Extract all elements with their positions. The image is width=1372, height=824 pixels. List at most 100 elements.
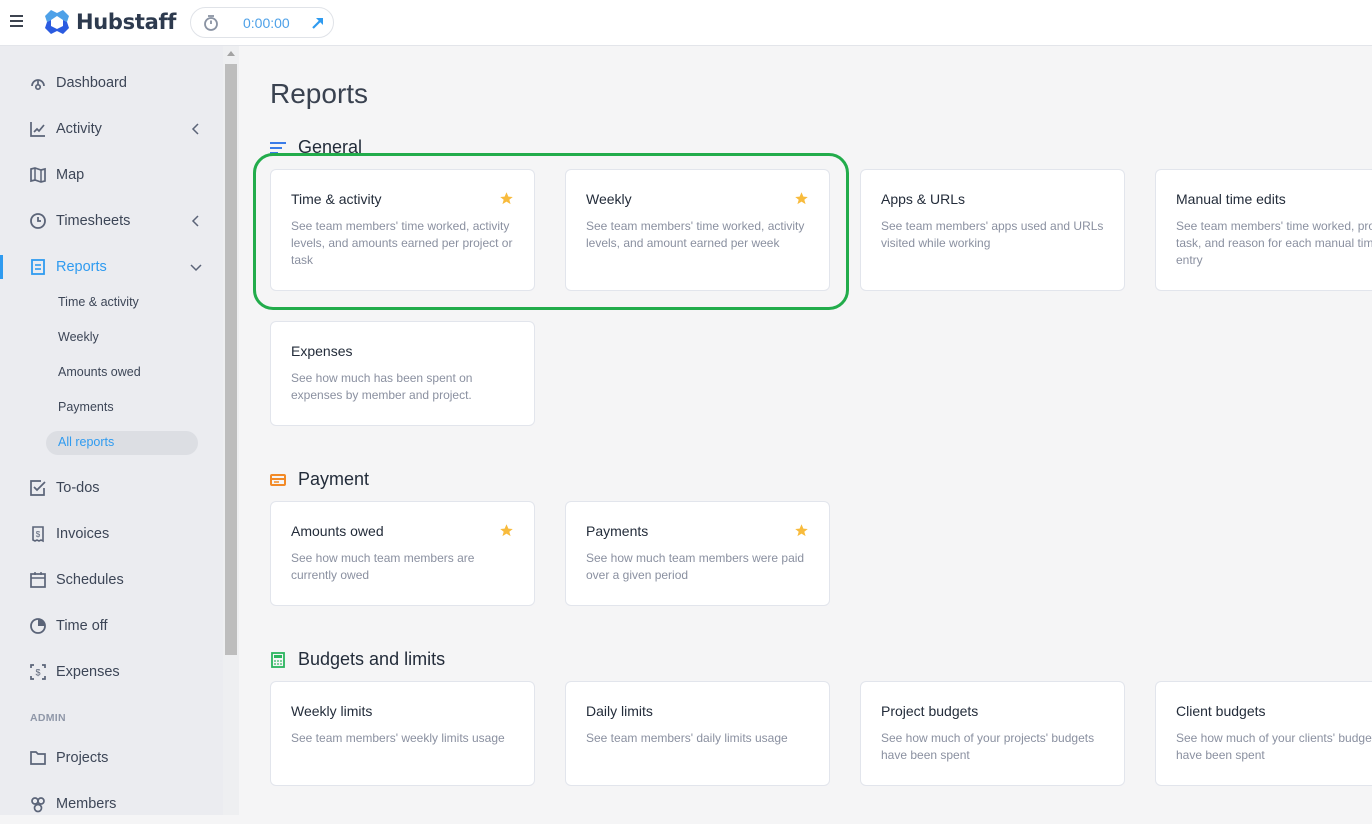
card-title: Weekly limits <box>291 703 373 719</box>
hubstaff-logo-icon <box>45 10 69 34</box>
invoice-icon: $ <box>32 526 44 543</box>
sidebar-subitem-time-activity[interactable]: Time & activity <box>58 295 139 309</box>
report-card-daily-limits[interactable]: Daily limits See team members' daily lim… <box>565 681 830 786</box>
sidebar-item-time-off[interactable]: Time off <box>0 606 223 646</box>
chevron-left-icon <box>191 215 199 227</box>
group-title: General <box>298 137 363 157</box>
folder-icon <box>30 751 46 765</box>
report-card-weekly[interactable]: Weekly See team members' time worked, ac… <box>565 169 830 291</box>
card-description: See how much has been spent on expenses … <box>291 371 473 402</box>
top-bar: Hubstaff 0:00:00 <box>0 0 1372 46</box>
group-title: Budgets and limits <box>298 649 446 669</box>
group-header-budgets: Budgets and limits <box>270 649 445 670</box>
sidebar-item-label: Time off <box>56 618 108 634</box>
sidebar-item-projects[interactable]: Projects <box>0 738 223 778</box>
scrollbar-thumb[interactable] <box>225 64 237 655</box>
brand-name: Hubstaff <box>76 10 177 34</box>
scroll-up-arrow-icon[interactable] <box>227 51 235 56</box>
card-description: See team members' weekly limits usage <box>291 731 505 745</box>
card-title: Manual time edits <box>1176 191 1286 207</box>
card-description: See team members' time worked, activity … <box>291 219 513 267</box>
timer-widget[interactable]: 0:00:00 <box>190 7 334 38</box>
group-header-payment: Payment <box>270 469 369 490</box>
star-icon[interactable] <box>499 523 514 538</box>
dashboard-icon <box>31 79 45 91</box>
calculator-icon <box>271 651 285 668</box>
sidebar-item-label: Projects <box>56 750 109 766</box>
chevron-left-icon <box>191 123 199 135</box>
sidebar-item-label: Members <box>56 796 117 812</box>
report-card-time-activity[interactable]: Time & activity See team members' time w… <box>270 169 535 291</box>
list-icon <box>270 141 286 154</box>
sidebar-item-label: To-dos <box>56 480 100 496</box>
report-card-weekly-limits[interactable]: Weekly limits See team members' weekly l… <box>270 681 535 786</box>
card-title: Client budgets <box>1176 703 1266 719</box>
stopwatch-icon <box>204 15 218 31</box>
report-card-expenses[interactable]: Expenses See how much has been spent on … <box>270 321 535 426</box>
sidebar-item-label: Dashboard <box>56 75 127 91</box>
card-title: Time & activity <box>291 191 382 207</box>
sidebar-item-invoices[interactable]: $ Invoices <box>0 514 223 554</box>
sidebar-item-schedules[interactable]: Schedules <box>0 560 223 600</box>
card-description: See how much of your clients' budgets ha… <box>1176 731 1372 762</box>
expenses-icon: $ <box>30 664 46 680</box>
sidebar-item-label: Schedules <box>56 572 124 588</box>
card-description: See how much team members are currently … <box>291 551 475 582</box>
card-title: Weekly <box>586 191 632 207</box>
sidebar-item-label: Map <box>56 167 85 183</box>
card-description: See team members' apps used and URLs vis… <box>881 219 1104 250</box>
sidebar-item-timesheets[interactable]: Timesheets <box>0 201 223 241</box>
sidebar-subitem-payments[interactable]: Payments <box>58 400 114 414</box>
sidebar-item-label: Invoices <box>56 526 110 542</box>
card-title: Amounts owed <box>291 523 384 539</box>
card-title: Project budgets <box>881 703 979 719</box>
sidebar-item-activity[interactable]: Activity <box>0 109 223 149</box>
card-title: Payments <box>586 523 649 539</box>
activity-icon <box>30 122 45 137</box>
sidebar-item-todos[interactable]: To-dos <box>0 468 223 508</box>
page-title: Reports <box>270 78 369 109</box>
report-card-client-budgets[interactable]: Client budgets See how much of your clie… <box>1155 681 1372 786</box>
report-card-amounts-owed[interactable]: Amounts owed See how much team members a… <box>270 501 535 606</box>
card-title: Daily limits <box>586 703 653 719</box>
timer-value: 0:00:00 <box>243 15 290 31</box>
clock-icon <box>30 213 46 229</box>
chevron-down-icon <box>190 264 202 272</box>
open-timer-icon[interactable] <box>310 15 326 31</box>
report-card-project-budgets[interactable]: Project budgets See how much of your pro… <box>860 681 1125 786</box>
sidebar-scrollbar[interactable] <box>223 46 239 815</box>
card-description: See team members' time worked, project, … <box>1176 219 1372 267</box>
group-header-general: General <box>270 137 362 158</box>
star-icon[interactable] <box>499 191 514 206</box>
sidebar-item-map[interactable]: Map <box>0 155 223 195</box>
report-card-manual-time-edits[interactable]: Manual time edits See team members' time… <box>1155 169 1372 291</box>
sidebar-subitem-label: All reports <box>58 435 115 449</box>
sidebar-item-expenses[interactable]: $ Expenses <box>0 652 223 692</box>
report-card-payments[interactable]: Payments See how much team members were … <box>565 501 830 606</box>
svg-text:$: $ <box>35 668 40 678</box>
members-icon <box>31 797 45 813</box>
calendar-icon <box>30 572 46 588</box>
sidebar-item-reports[interactable]: Reports <box>0 247 223 287</box>
star-icon[interactable] <box>794 191 809 206</box>
todo-icon <box>30 480 46 496</box>
sidebar-item-dashboard[interactable]: Dashboard <box>0 63 223 103</box>
sidebar-subitem-all-reports[interactable]: All reports <box>46 431 198 455</box>
map-icon <box>30 167 46 183</box>
menu-icon[interactable] <box>10 15 23 29</box>
svg-text:$: $ <box>36 530 41 539</box>
hubstaff-logo[interactable]: Hubstaff <box>43 8 176 36</box>
admin-section-header: ADMIN <box>30 712 66 724</box>
sidebar-subitem-weekly[interactable]: Weekly <box>58 330 99 344</box>
sidebar-subitem-amounts-owed[interactable]: Amounts owed <box>58 365 141 379</box>
pie-icon <box>30 618 46 634</box>
star-icon[interactable] <box>794 523 809 538</box>
card-description: See team members' daily limits usage <box>586 731 788 745</box>
group-title: Payment <box>298 469 370 489</box>
sidebar-item-label: Reports <box>56 259 107 275</box>
reports-icon <box>31 259 45 275</box>
sidebar-item-members[interactable]: Members <box>0 784 223 824</box>
report-card-apps-urls[interactable]: Apps & URLs See team members' apps used … <box>860 169 1125 291</box>
sidebar-item-label: Timesheets <box>56 213 131 229</box>
card-title: Apps & URLs <box>881 191 966 207</box>
